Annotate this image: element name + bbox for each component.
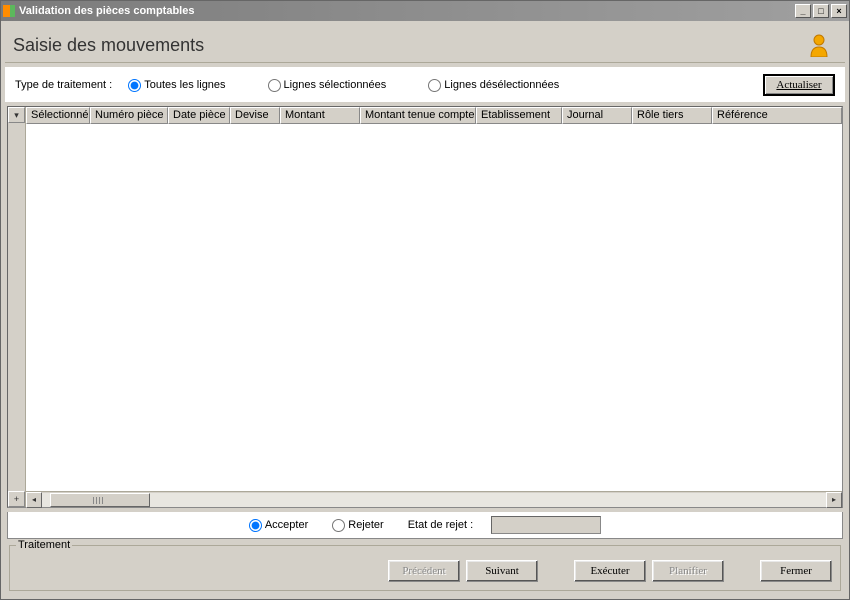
content-area: Saisie des mouvements Type de traitement… xyxy=(1,21,849,599)
grid-body[interactable] xyxy=(26,124,842,491)
filter-label: Type de traitement : xyxy=(15,79,112,91)
etat-rejet-label: Etat de rejet : xyxy=(408,519,473,531)
radio-selected-lines-label: Lignes sélectionnées xyxy=(284,79,387,91)
refresh-button[interactable]: Actualiser xyxy=(763,74,835,96)
radio-all-lines[interactable]: Toutes les lignes xyxy=(128,79,225,92)
window-frame: Validation des pièces comptables _ □ × S… xyxy=(0,0,850,600)
window-title: Validation des pièces comptables xyxy=(19,5,795,17)
radio-all-lines-input[interactable] xyxy=(128,79,141,92)
col-devise[interactable]: Devise xyxy=(230,107,280,124)
col-montant-tenue[interactable]: Montant tenue compte xyxy=(360,107,476,124)
radio-reject[interactable]: Rejeter xyxy=(332,519,383,532)
radio-deselected-lines-label: Lignes désélectionnées xyxy=(444,79,559,91)
user-icon[interactable] xyxy=(809,33,829,57)
radio-deselected-lines[interactable]: Lignes désélectionnées xyxy=(428,79,559,92)
gutter-expand-icon[interactable]: ▾ xyxy=(8,107,25,123)
col-montant[interactable]: Montant xyxy=(280,107,360,124)
scroll-thumb[interactable] xyxy=(50,493,150,507)
radio-all-lines-label: Toutes les lignes xyxy=(144,79,225,91)
radio-accept[interactable]: Accepter xyxy=(249,519,308,532)
col-date-piece[interactable]: Date pièce xyxy=(168,107,230,124)
column-headers: Sélectionné Numéro pièce Date pièce Devi… xyxy=(26,107,842,124)
schedule-button[interactable]: Planifier xyxy=(652,560,724,582)
radio-deselected-lines-input[interactable] xyxy=(428,79,441,92)
next-button[interactable]: Suivant xyxy=(466,560,538,582)
radio-accept-label: Accepter xyxy=(265,519,308,531)
radio-reject-label: Rejeter xyxy=(348,519,383,531)
scroll-track[interactable] xyxy=(42,493,826,507)
traitement-legend: Traitement xyxy=(16,539,72,551)
previous-button[interactable]: Précédent xyxy=(388,560,460,582)
filter-bar: Type de traitement : Toutes les lignes L… xyxy=(5,67,845,102)
execute-button[interactable]: Exécuter xyxy=(574,560,646,582)
radio-accept-input[interactable] xyxy=(249,519,262,532)
titlebar[interactable]: Validation des pièces comptables _ □ × xyxy=(1,1,849,21)
col-role-tiers[interactable]: Rôle tiers xyxy=(632,107,712,124)
radio-selected-lines-input[interactable] xyxy=(268,79,281,92)
horizontal-scrollbar[interactable]: ◂ ▸ xyxy=(26,491,842,507)
close-window-button[interactable]: × xyxy=(831,4,847,18)
col-selectionne[interactable]: Sélectionné xyxy=(26,107,90,124)
col-journal[interactable]: Journal xyxy=(562,107,632,124)
page-header: Saisie des mouvements xyxy=(5,25,845,63)
maximize-button[interactable]: □ xyxy=(813,4,829,18)
radio-selected-lines[interactable]: Lignes sélectionnées xyxy=(268,79,387,92)
col-etablissement[interactable]: Etablissement xyxy=(476,107,562,124)
traitement-group: Traitement Précédent Suivant Exécuter Pl… xyxy=(9,545,841,591)
data-grid: ▾ + Sélectionné Numéro pièce Date pièce … xyxy=(7,106,843,508)
col-reference[interactable]: Référence xyxy=(712,107,842,124)
page-title: Saisie des mouvements xyxy=(13,35,204,56)
radio-reject-input[interactable] xyxy=(332,519,345,532)
grid-gutter: ▾ + xyxy=(8,107,26,507)
etat-rejet-input[interactable] xyxy=(491,516,601,534)
app-icon xyxy=(3,5,15,17)
minimize-button[interactable]: _ xyxy=(795,4,811,18)
col-numero-piece[interactable]: Numéro pièce xyxy=(90,107,168,124)
scroll-left-icon[interactable]: ◂ xyxy=(26,492,42,508)
gutter-add-icon[interactable]: + xyxy=(8,491,25,507)
scroll-right-icon[interactable]: ▸ xyxy=(826,492,842,508)
close-button[interactable]: Fermer xyxy=(760,560,832,582)
action-bar: Accepter Rejeter Etat de rejet : xyxy=(7,512,843,539)
